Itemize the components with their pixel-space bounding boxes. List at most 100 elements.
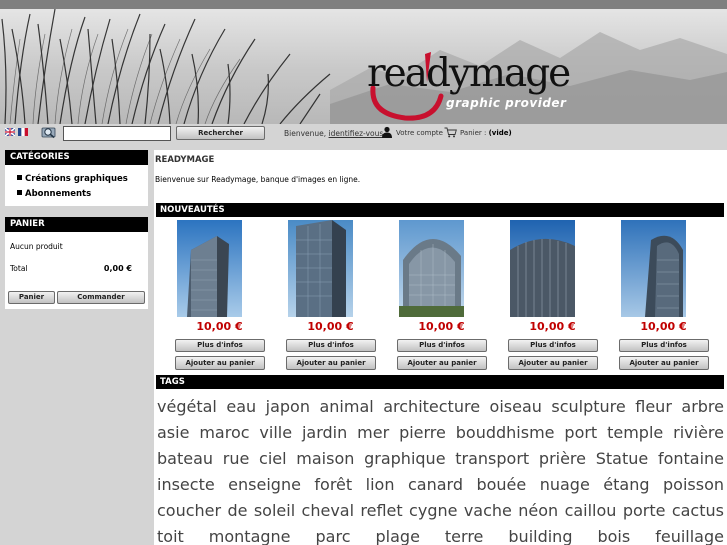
tag-link[interactable]: prière	[539, 449, 586, 468]
tag-link[interactable]: oiseau	[490, 397, 542, 416]
tag-link[interactable]: ville	[259, 423, 292, 442]
product-price: 10,00 €	[640, 320, 687, 333]
tag-link[interactable]: soleil	[254, 501, 295, 520]
tag-link[interactable]: plage	[376, 527, 420, 545]
page-title: READYMAGE	[155, 155, 215, 165]
tag-link[interactable]: maroc	[199, 423, 249, 442]
tag-link[interactable]: architecture	[383, 397, 480, 416]
english-flag-icon[interactable]	[5, 128, 15, 136]
product-price: 10,00 €	[529, 320, 576, 333]
tag-link[interactable]: cygne	[409, 501, 457, 520]
tag-link[interactable]: port	[564, 423, 597, 442]
add-to-cart-button[interactable]: Ajouter au panier	[175, 356, 265, 370]
category-item-creations[interactable]: Créations graphiques	[17, 172, 148, 187]
header-top-strip	[0, 0, 727, 9]
tag-link[interactable]: canard	[408, 475, 463, 494]
tag-link[interactable]: bouddhisme	[456, 423, 555, 442]
more-info-button[interactable]: Plus d'infos	[175, 339, 265, 352]
product-photo[interactable]	[288, 220, 353, 317]
tag-link[interactable]: toit	[157, 527, 184, 545]
tag-link[interactable]: enseigne	[228, 475, 301, 494]
tag-link[interactable]: arbre	[681, 397, 724, 416]
add-to-cart-button[interactable]: Ajouter au panier	[508, 356, 598, 370]
tag-link[interactable]: poisson	[663, 475, 724, 494]
cart-icon[interactable]	[444, 127, 457, 138]
checkout-button[interactable]: Commander	[57, 291, 145, 304]
tag-link[interactable]: maison	[296, 449, 354, 468]
tag-link[interactable]: reflet	[360, 501, 402, 520]
tag-link[interactable]: néon	[518, 501, 558, 520]
tag-link[interactable]: forêt	[314, 475, 352, 494]
tag-link[interactable]: coucher	[157, 501, 221, 520]
cart-status[interactable]: Panier : (vide)	[460, 129, 512, 137]
site-header: readymage graphic provider	[0, 0, 727, 124]
view-cart-button[interactable]: Panier	[8, 291, 55, 304]
tag-link[interactable]: transport	[455, 449, 529, 468]
add-to-cart-button[interactable]: Ajouter au panier	[286, 356, 376, 370]
categories-list: Créations graphiques Abonnements	[5, 165, 148, 202]
tag-link[interactable]: rivière	[673, 423, 724, 442]
tag-link[interactable]: mer	[357, 423, 389, 442]
tag-link[interactable]: bateau	[157, 449, 213, 468]
tag-link[interactable]: étang	[603, 475, 649, 494]
tag-link[interactable]: cactus	[672, 501, 724, 520]
search-input[interactable]	[63, 126, 171, 141]
product-card: 10,00 € Plus d'infos Ajouter au panier	[275, 220, 386, 370]
product-photo[interactable]	[177, 220, 242, 317]
tag-link[interactable]: pierre	[399, 423, 446, 442]
tag-link[interactable]: végétal	[157, 397, 217, 416]
tag-link[interactable]: porte	[623, 501, 666, 520]
french-flag-icon[interactable]	[18, 128, 28, 136]
tag-link[interactable]: cheval	[302, 501, 355, 520]
add-to-cart-button[interactable]: Ajouter au panier	[397, 356, 487, 370]
tag-link[interactable]: caillou	[565, 501, 617, 520]
tag-link[interactable]: nuage	[540, 475, 590, 494]
tag-link[interactable]: vache	[464, 501, 512, 520]
logo-text: readymage	[367, 51, 571, 96]
tag-link[interactable]: asie	[157, 423, 189, 442]
tag-link[interactable]: building	[508, 527, 572, 545]
tag-link[interactable]: bois	[597, 527, 630, 545]
tag-link[interactable]: eau	[226, 397, 256, 416]
tag-link[interactable]: montagne	[209, 527, 291, 545]
tag-link[interactable]: terre	[445, 527, 483, 545]
tag-link[interactable]: insecte	[157, 475, 215, 494]
more-info-button[interactable]: Plus d'infos	[286, 339, 376, 352]
product-photo[interactable]	[510, 220, 575, 317]
tag-link[interactable]: Statue	[596, 449, 649, 468]
tag-link[interactable]: graphique	[364, 449, 445, 468]
cart-status-value: (vide)	[488, 129, 512, 137]
product-photo[interactable]	[621, 220, 686, 317]
tag-link[interactable]: jardin	[302, 423, 347, 442]
login-link[interactable]: identifiez-vous	[329, 129, 384, 138]
tag-link[interactable]: fleur	[635, 397, 672, 416]
tag-link[interactable]: rue	[223, 449, 250, 468]
tag-link[interactable]: de	[227, 501, 247, 520]
tag-link[interactable]: lion	[366, 475, 395, 494]
add-to-cart-button[interactable]: Ajouter au panier	[619, 356, 709, 370]
category-item-abonnements[interactable]: Abonnements	[17, 187, 148, 202]
cart-box-title: PANIER	[5, 217, 148, 232]
more-info-button[interactable]: Plus d'infos	[397, 339, 487, 352]
tag-link[interactable]: sculpture	[551, 397, 625, 416]
product-photo[interactable]	[399, 220, 464, 317]
welcome-text: Bienvenue, identifiez-vous	[284, 129, 383, 138]
tag-link[interactable]: animal	[319, 397, 373, 416]
logo-subtitle: graphic provider	[446, 96, 567, 110]
account-link[interactable]: Votre compte	[396, 129, 443, 137]
tag-link[interactable]: parc	[316, 527, 351, 545]
tag-link[interactable]: japon	[266, 397, 310, 416]
tag-link[interactable]: ciel	[259, 449, 287, 468]
search-button[interactable]: Rechercher	[176, 126, 265, 140]
tag-cloud: végétal eau japon animal architecture oi…	[157, 394, 724, 545]
product-price: 10,00 €	[418, 320, 465, 333]
tag-link[interactable]: temple	[607, 423, 663, 442]
more-info-button[interactable]: Plus d'infos	[619, 339, 709, 352]
account-icon[interactable]	[381, 126, 393, 138]
tag-link[interactable]: feuillage	[655, 527, 724, 545]
more-info-button[interactable]: Plus d'infos	[508, 339, 598, 352]
categories-title: CATÉGORIES	[5, 150, 148, 165]
product-card: 10,00 € Plus d'infos Ajouter au panier	[497, 220, 608, 370]
tag-link[interactable]: fontaine	[658, 449, 724, 468]
tag-link[interactable]: bouée	[476, 475, 526, 494]
